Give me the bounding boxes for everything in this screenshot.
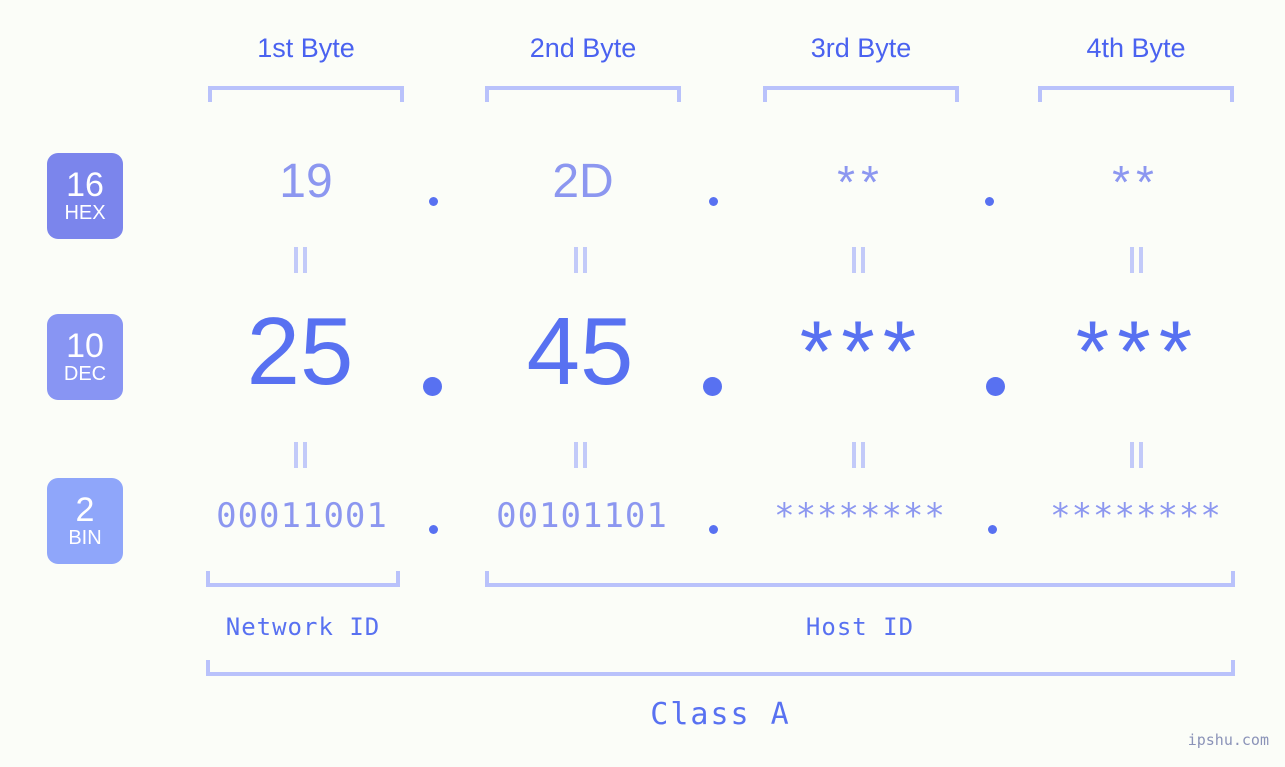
equals-connector-dec-bin-3 <box>852 442 866 468</box>
bin-value-byte-3: ******** <box>774 496 946 536</box>
bin-separator-dot-2 <box>709 525 718 534</box>
radix-badge-bin: 2 BIN <box>47 478 123 564</box>
hex-value-byte-4: ** <box>1112 156 1160 208</box>
radix-badge-dec-number: 10 <box>66 327 104 365</box>
hex-separator-dot-3 <box>985 197 994 206</box>
bin-value-byte-1: 00011001 <box>216 496 388 536</box>
dec-value-byte-2: 45 <box>526 298 634 405</box>
radix-badge-hex-name: HEX <box>64 202 106 224</box>
byte-bracket-2 <box>485 86 681 102</box>
equals-connector-hex-dec-4 <box>1130 247 1144 273</box>
equals-connector-hex-dec-1 <box>294 247 308 273</box>
byte-header-4: 4th Byte <box>1086 33 1186 63</box>
ip-address-breakdown-diagram: 1st Byte 2nd Byte 3rd Byte 4th Byte 16 H… <box>0 0 1285 767</box>
equals-connector-hex-dec-2 <box>574 247 588 273</box>
dec-value-byte-4: *** <box>1075 304 1201 400</box>
bin-value-byte-4: ******** <box>1050 496 1222 536</box>
radix-badge-hex: 16 HEX <box>47 153 123 239</box>
network-id-label: Network ID <box>225 613 381 641</box>
dec-value-byte-3: *** <box>799 304 925 400</box>
equals-connector-dec-bin-2 <box>574 442 588 468</box>
radix-badge-bin-name: BIN <box>68 527 102 549</box>
byte-bracket-1 <box>208 86 404 102</box>
equals-connector-dec-bin-4 <box>1130 442 1144 468</box>
radix-badge-dec-name: DEC <box>63 363 107 385</box>
equals-connector-hex-dec-3 <box>852 247 866 273</box>
radix-badge-bin-number: 2 <box>75 491 95 529</box>
hex-value-byte-2: 2D <box>552 155 614 208</box>
hex-value-byte-1: 19 <box>279 155 333 208</box>
byte-header-3: 3rd Byte <box>810 33 912 63</box>
hex-separator-dot-2 <box>709 197 718 206</box>
bin-separator-dot-1 <box>429 525 438 534</box>
hex-separator-dot-1 <box>429 197 438 206</box>
byte-bracket-4 <box>1038 86 1234 102</box>
class-label: Class A <box>650 697 791 732</box>
network-id-bracket <box>206 571 400 587</box>
radix-badge-dec: 10 DEC <box>47 314 123 400</box>
equals-connector-dec-bin-1 <box>294 442 308 468</box>
byte-header-1: 1st Byte <box>257 33 355 63</box>
dec-separator-dot-2 <box>703 377 722 396</box>
bin-value-byte-2: 00101101 <box>496 496 668 536</box>
byte-bracket-3 <box>763 86 959 102</box>
byte-header-2: 2nd Byte <box>529 33 637 63</box>
host-id-bracket <box>485 571 1235 587</box>
class-bracket <box>206 660 1235 676</box>
dec-separator-dot-1 <box>423 377 442 396</box>
radix-badge-hex-number: 16 <box>66 166 104 204</box>
site-watermark: ipshu.com <box>1187 731 1269 749</box>
dec-value-byte-1: 25 <box>246 298 354 405</box>
dec-separator-dot-3 <box>986 377 1005 396</box>
bin-separator-dot-3 <box>988 525 997 534</box>
host-id-label: Host ID <box>805 613 915 641</box>
hex-value-byte-3: ** <box>837 156 885 208</box>
